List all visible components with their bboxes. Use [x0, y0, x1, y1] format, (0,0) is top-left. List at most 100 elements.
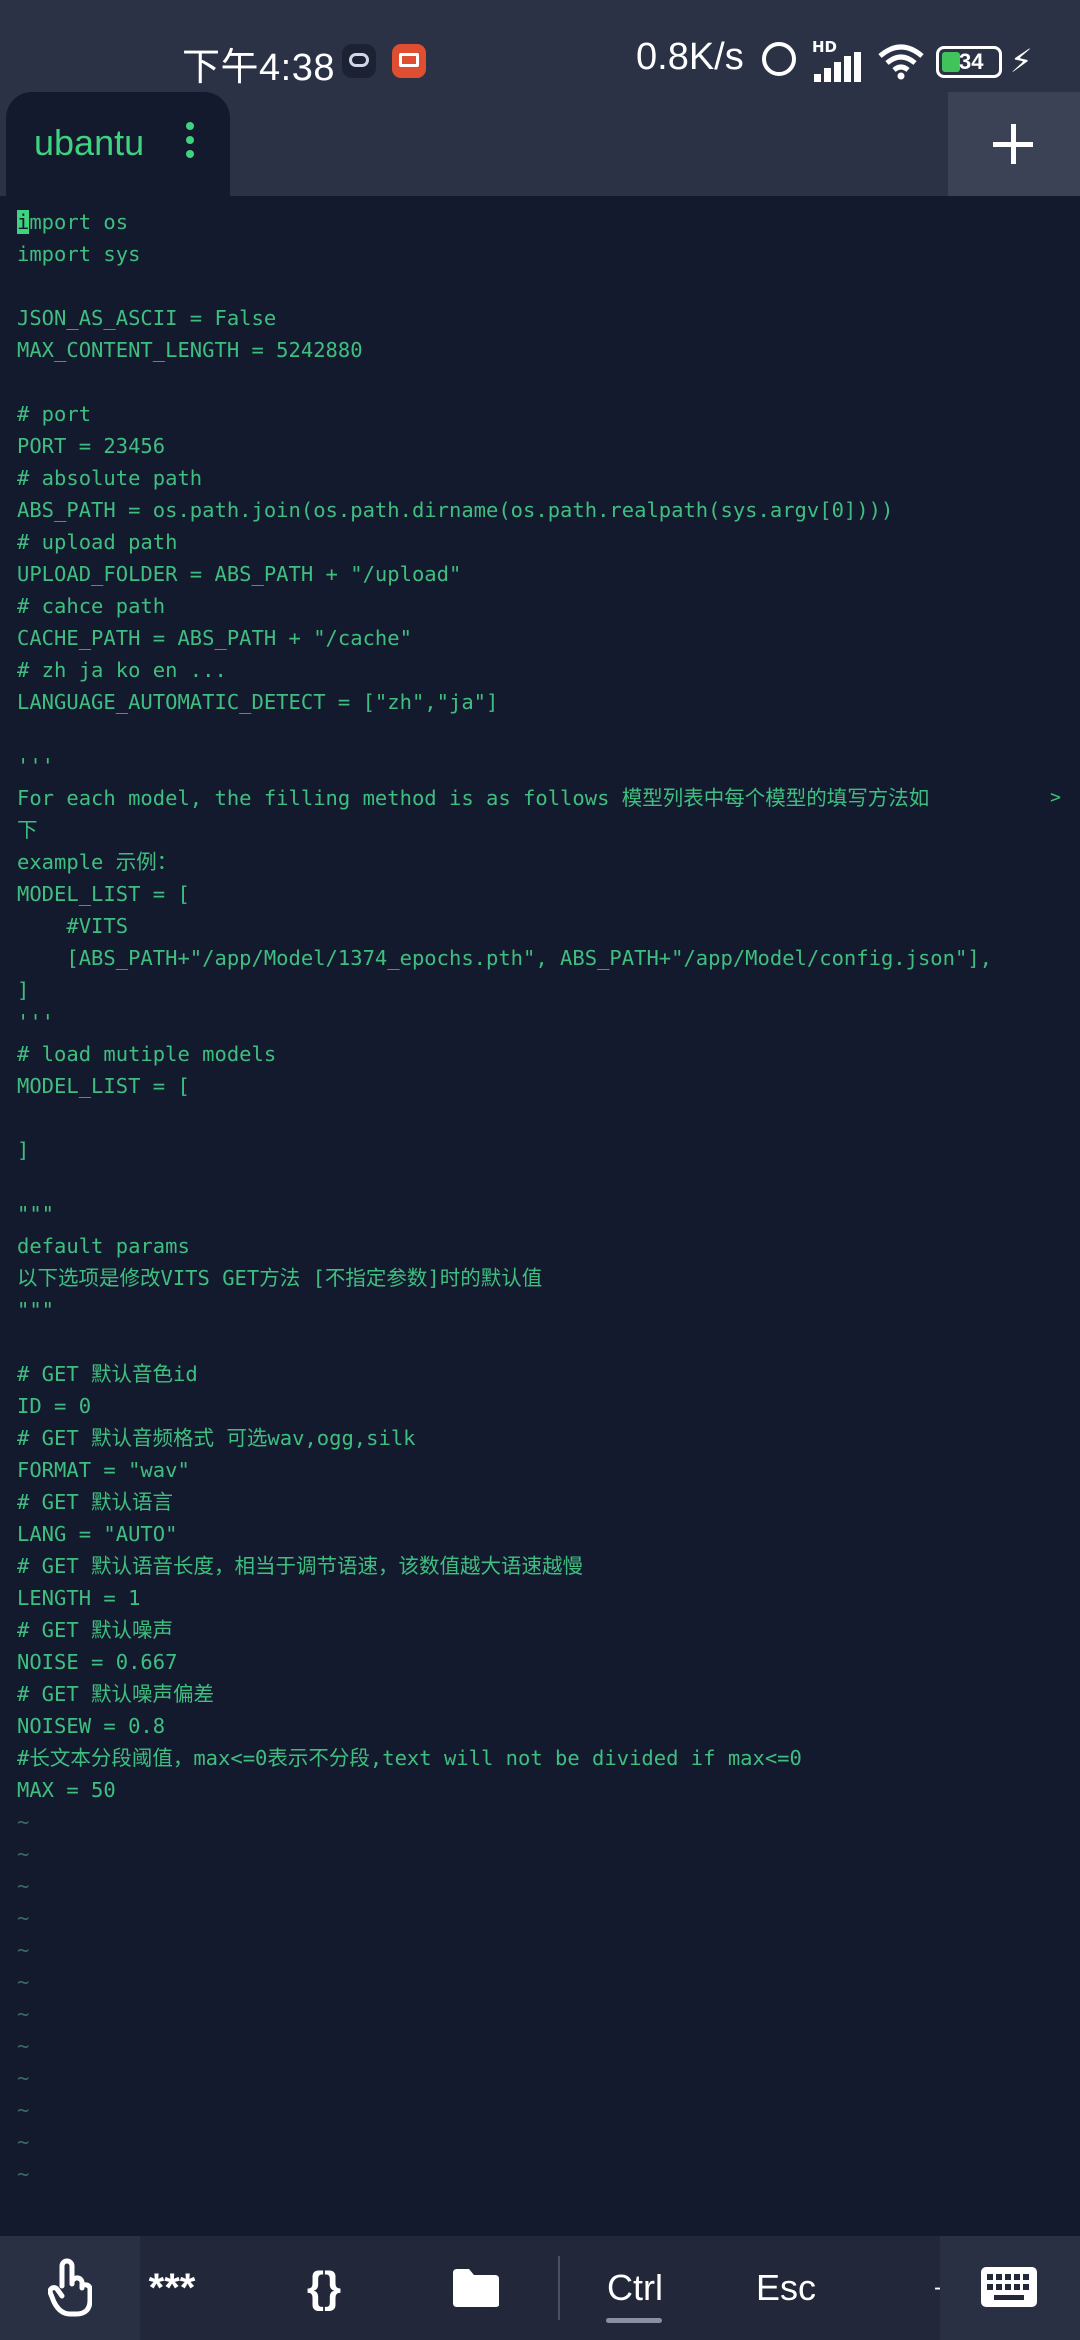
line-text: LENGTH = 1 — [17, 1586, 141, 1610]
wifi-icon — [878, 44, 924, 80]
line-text: """ — [17, 1298, 55, 1322]
editor-line: import sys — [17, 238, 1077, 270]
line-text: LANG = "AUTO" — [17, 1522, 178, 1546]
line-text: CACHE_PATH = ABS_PATH + "/cache" — [17, 626, 412, 650]
keyboard-toggle-button[interactable] — [940, 2236, 1080, 2340]
editor-line: MAX = 50 — [17, 1774, 1077, 1806]
tab-label: ubantu — [34, 122, 145, 163]
folder-button[interactable] — [448, 2236, 504, 2340]
touch-mode-button[interactable] — [0, 2236, 140, 2340]
editor-line: JSON_AS_ASCII = False — [17, 302, 1077, 334]
braces-key[interactable]: {} — [288, 2236, 360, 2340]
editor-line: PORT = 23456 — [17, 430, 1077, 462]
editor-line: MAX_CONTENT_LENGTH = 5242880 — [17, 334, 1077, 366]
editor-line: ID = 0 — [17, 1390, 1077, 1422]
status-bar: 下午4:38 0.8K/s HD 34 ⚡ — [0, 0, 1080, 92]
more-vertical-icon[interactable] — [186, 122, 196, 158]
status-icons: HD 34 ⚡ — [760, 38, 1060, 88]
line-text: # GET 默认噪声 — [17, 1618, 174, 1642]
charging-icon: ⚡ — [1010, 42, 1033, 80]
line-text: # GET 默认语音长度，相当于调节语速，该数值越大语速越慢 — [17, 1554, 584, 1578]
editor-line: 下 — [17, 814, 1077, 846]
editor-line: ~ — [17, 1998, 1077, 2030]
editor-line: # load mutiple models — [17, 1038, 1077, 1070]
line-text: NOISEW = 0.8 — [17, 1714, 166, 1738]
line-text: ''' — [17, 754, 55, 778]
editor-line: [ABS_PATH+"/app/Model/1374_epochs.pth", … — [17, 942, 1077, 974]
cast-app-icon — [392, 44, 426, 78]
editor-line: CACHE_PATH = ABS_PATH + "/cache" — [17, 622, 1077, 654]
ctrl-key[interactable]: Ctrl — [590, 2236, 680, 2340]
tab-ubantu[interactable]: ubantu — [6, 92, 230, 196]
editor-line: example 示例： — [17, 846, 1077, 878]
toolbar-divider — [558, 2256, 560, 2320]
editor-line: ~ — [17, 2062, 1077, 2094]
empty-line-marker: ~ — [17, 1810, 30, 1834]
empty-line-marker: ~ — [17, 2034, 30, 2058]
editor-line: # GET 默认语音长度，相当于调节语速，该数值越大语速越慢 — [17, 1550, 1077, 1582]
text-cursor: i — [17, 210, 30, 234]
editor-line: MODEL_LIST = [ — [17, 1070, 1077, 1102]
empty-line-marker: ~ — [17, 1970, 30, 1994]
editor-line: # upload path — [17, 526, 1077, 558]
editor-line: """ — [17, 1198, 1077, 1230]
line-text: 以下选项是修改VITS GET方法 [不指定参数]时的默认值 — [17, 1266, 543, 1290]
line-text: # GET 默认语言 — [17, 1490, 174, 1514]
line-text: ] — [17, 978, 30, 1002]
line-text: MODEL_LIST = [ — [17, 1074, 190, 1098]
network-speed: 0.8K/s — [636, 36, 744, 78]
empty-line-marker: ~ — [17, 2066, 30, 2090]
line-text: # cahce path — [17, 594, 166, 618]
empty-line-marker: ~ — [17, 2002, 30, 2026]
empty-line-marker: ~ — [17, 2098, 30, 2122]
line-text: ABS_PATH = os.path.join(os.path.dirname(… — [17, 498, 894, 522]
editor-line: ~ — [17, 1902, 1077, 1934]
cloud-app-icon — [342, 44, 376, 78]
editor-line: ] — [17, 974, 1077, 1006]
line-text: [ABS_PATH+"/app/Model/1374_epochs.pth", … — [17, 946, 993, 970]
line-continuation-marker: > — [1050, 787, 1061, 808]
editor-line: #长文本分段阈值，max<=0表示不分段,text will not be di… — [17, 1742, 1077, 1774]
editor-line: LANG = "AUTO" — [17, 1518, 1077, 1550]
stars-key[interactable]: *** — [130, 2236, 214, 2340]
extra-keys-toolbar: *** {} Ctrl Esc - — [0, 2236, 1080, 2340]
empty-line-marker: ~ — [17, 2130, 30, 2154]
new-tab-button[interactable] — [948, 92, 1080, 196]
editor-line: NOISE = 0.667 — [17, 1646, 1077, 1678]
line-text: mport os — [29, 210, 129, 234]
editor-line: # absolute path — [17, 462, 1077, 494]
terminal-view[interactable]: import os import sys JSON_AS_ASCII = False… — [17, 206, 1077, 2190]
keyboard-icon — [981, 2267, 1037, 2307]
editor-line: NOISEW = 0.8 — [17, 1710, 1077, 1742]
line-text: MAX_CONTENT_LENGTH = 5242880 — [17, 338, 363, 362]
line-text: JSON_AS_ASCII = False — [17, 306, 277, 330]
esc-key[interactable]: Esc — [746, 2236, 826, 2340]
editor-line: ~ — [17, 2094, 1077, 2126]
editor-line: FORMAT = "wav" — [17, 1454, 1077, 1486]
line-text: For each model, the filling method is as… — [17, 786, 930, 810]
hand-pointer-icon — [48, 2258, 92, 2317]
tab-bar: ubantu — [0, 92, 1080, 196]
editor-line: # GET 默认噪声 — [17, 1614, 1077, 1646]
editor-line: """ — [17, 1294, 1077, 1326]
editor-line: LANGUAGE_AUTOMATIC_DETECT = ["zh","ja"] — [17, 686, 1077, 718]
line-text: ''' — [17, 1010, 55, 1034]
empty-line-marker: ~ — [17, 1842, 30, 1866]
editor-line: 以下选项是修改VITS GET方法 [不指定参数]时的默认值 — [17, 1262, 1077, 1294]
editor-line: ~ — [17, 1838, 1077, 1870]
editor-line: #VITS — [17, 910, 1077, 942]
editor-line: ~ — [17, 1870, 1077, 1902]
line-text: UPLOAD_FOLDER = ABS_PATH + "/upload" — [17, 562, 462, 586]
editor-line: # zh ja ko en ... — [17, 654, 1077, 686]
editor-line: # GET 默认噪声偏差 — [17, 1678, 1077, 1710]
empty-line-marker: ~ — [17, 1938, 30, 1962]
editor-line: # port — [17, 398, 1077, 430]
editor-line: ABS_PATH = os.path.join(os.path.dirname(… — [17, 494, 1077, 526]
editor-line: ~ — [17, 2158, 1077, 2190]
line-text: # upload path — [17, 530, 178, 554]
